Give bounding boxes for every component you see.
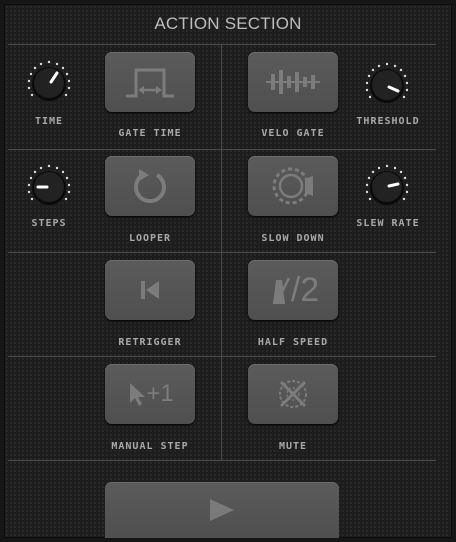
slow-down-button[interactable] [248,156,338,216]
half-speed-button[interactable]: /2 [248,260,338,320]
divider [8,356,436,357]
threshold-knob-label: THRESHOLD [356,116,420,127]
slew-rate-knob[interactable] [360,161,414,215]
slow-down-icon [272,167,313,205]
divider [8,252,436,253]
loop-icon [134,169,166,204]
skip-back-icon [141,281,159,299]
mute-button[interactable] [248,364,338,424]
play-button[interactable] [105,482,339,538]
manual-step-button[interactable]: +1 [105,364,195,424]
section-title: ACTION SECTION [154,14,302,33]
retrigger-button[interactable] [105,260,195,320]
divider [8,44,436,45]
gate-time-label: GATE TIME [118,128,182,139]
retrigger-label: RETRIGGER [118,337,182,348]
divider [8,460,436,461]
manual-step-label: MANUAL STEP [111,441,189,452]
time-knob-label: TIME [34,116,64,127]
half-speed-label: HALF SPEED [257,337,329,348]
threshold-knob[interactable] [360,59,414,113]
cursor-icon [130,383,146,406]
half-speed-glyph: /2 [290,271,320,309]
steps-knob[interactable] [22,161,76,215]
gate-time-button[interactable] [105,52,195,112]
slow-down-label: SLOW DOWN [261,233,325,244]
play-icon [210,499,234,521]
divider [221,45,222,460]
looper-button[interactable] [105,156,195,216]
looper-label: LOOPER [128,233,172,244]
gate-time-icon [126,68,174,98]
mute-icon [279,380,307,408]
velocity-gate-icon [266,70,320,94]
time-knob[interactable] [22,57,76,111]
mute-label: MUTE [278,441,308,452]
steps-knob-label: STEPS [31,218,67,229]
velo-gate-button[interactable] [248,52,338,112]
divider [8,149,436,150]
metronome-half-icon [272,277,290,304]
velo-gate-label: VELO GATE [261,128,325,139]
slew-rate-knob-label: SLEW RATE [356,218,420,229]
manual-step-glyph: +1 [146,380,174,407]
